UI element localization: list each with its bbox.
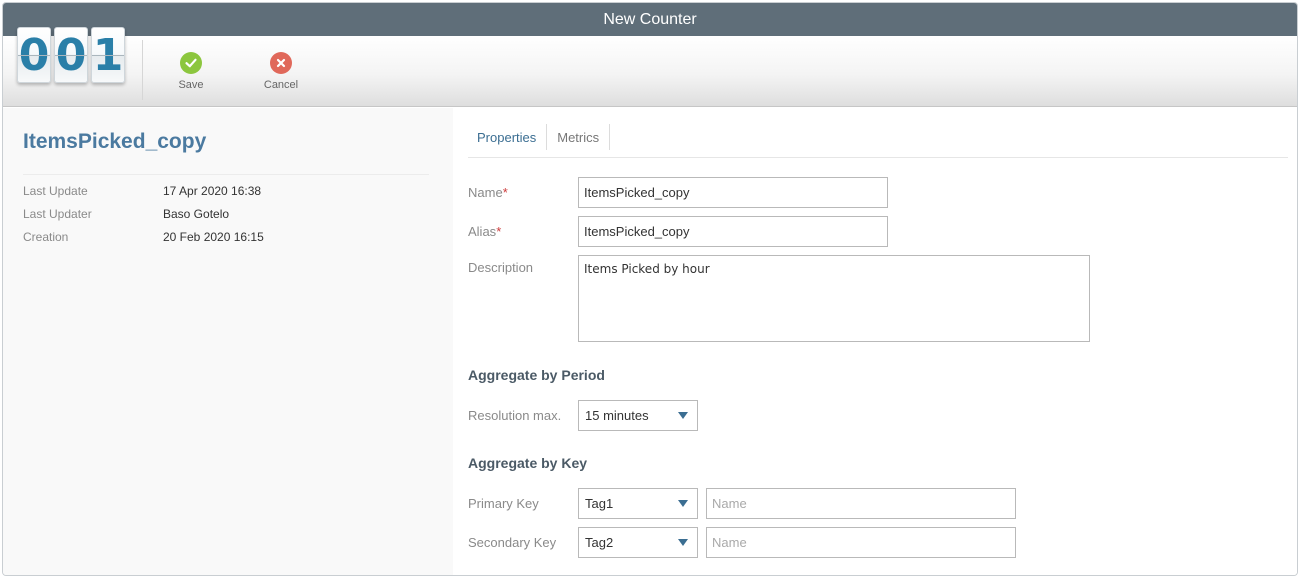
- primary-key-label: Primary Key: [468, 496, 539, 511]
- primary-key-value: Tag1: [585, 496, 614, 511]
- description-label: Description: [468, 260, 534, 275]
- logo-digit: 0: [54, 27, 88, 83]
- meta-row-last-updater: Last Updater Baso Gotelo: [23, 207, 229, 221]
- secondary-key-name-field[interactable]: [706, 527, 1016, 558]
- aggregate-period-heading: Aggregate by Period: [468, 367, 605, 383]
- summary-divider: [23, 174, 429, 175]
- meta-key: Creation: [23, 230, 69, 244]
- tab-properties[interactable]: Properties: [468, 124, 548, 150]
- alias-label: Alias*: [468, 224, 501, 239]
- meta-row-last-update: Last Update 17 Apr 2020 16:38: [23, 184, 261, 198]
- save-button[interactable]: Save: [166, 52, 216, 91]
- secondary-key-label: Secondary Key: [468, 535, 557, 550]
- caret-down-icon: [678, 539, 688, 546]
- save-label: Save: [178, 79, 204, 91]
- cancel-label: Cancel: [263, 79, 299, 91]
- meta-key: Last Updater: [23, 207, 92, 221]
- counter-name-heading: ItemsPicked_copy: [23, 130, 207, 153]
- name-label: Name*: [468, 185, 508, 200]
- resolution-label: Resolution max.: [468, 408, 562, 423]
- cancel-button[interactable]: Cancel: [256, 52, 306, 91]
- tab-metrics[interactable]: Metrics: [547, 124, 611, 150]
- meta-key: Last Update: [23, 184, 88, 198]
- alias-label-text: Alias: [468, 224, 497, 239]
- logo-digit: 0: [17, 27, 51, 83]
- name-field[interactable]: [578, 177, 888, 208]
- caret-down-icon: [678, 500, 688, 507]
- primary-key-select[interactable]: Tag1: [578, 488, 698, 519]
- caret-down-icon: [678, 412, 688, 419]
- new-counter-window: New Counter 0 0 1 Save Cancel ItemsPicke…: [2, 2, 1298, 576]
- check-circle-icon: [180, 52, 202, 74]
- resolution-select[interactable]: 15 minutes: [578, 400, 698, 431]
- alias-field[interactable]: [578, 216, 888, 247]
- resolution-value: 15 minutes: [585, 408, 649, 423]
- description-field[interactable]: Items Picked by hour: [578, 255, 1090, 342]
- secondary-key-select[interactable]: Tag2: [578, 527, 698, 558]
- toolbar-divider: [142, 40, 143, 100]
- aggregate-key-heading: Aggregate by Key: [468, 455, 588, 471]
- meta-value: 17 Apr 2020 16:38: [163, 184, 262, 198]
- name-label-text: Name: [468, 185, 503, 200]
- primary-key-name-field[interactable]: [706, 488, 1016, 519]
- toolbar: 0 0 1 Save Cancel: [3, 27, 1297, 107]
- x-circle-icon: [270, 52, 292, 74]
- secondary-key-value: Tag2: [585, 535, 614, 550]
- meta-value: 20 Feb 2020 16:15: [163, 230, 264, 244]
- meta-row-creation: Creation 20 Feb 2020 16:15: [23, 230, 264, 244]
- required-mark: *: [502, 185, 508, 200]
- logo-digit: 1: [91, 27, 125, 83]
- properties-panel: Properties Metrics Name* Alias* Descript…: [453, 108, 1297, 575]
- required-mark: *: [496, 224, 502, 239]
- window-titlebar: New Counter: [3, 3, 1297, 36]
- window-title: New Counter: [603, 10, 697, 28]
- meta-value: Baso Gotelo: [163, 207, 230, 221]
- tab-bar: Properties Metrics: [468, 124, 1288, 158]
- summary-panel: ItemsPicked_copy Last Update 17 Apr 2020…: [3, 108, 453, 575]
- counter-logo: 0 0 1: [17, 27, 125, 83]
